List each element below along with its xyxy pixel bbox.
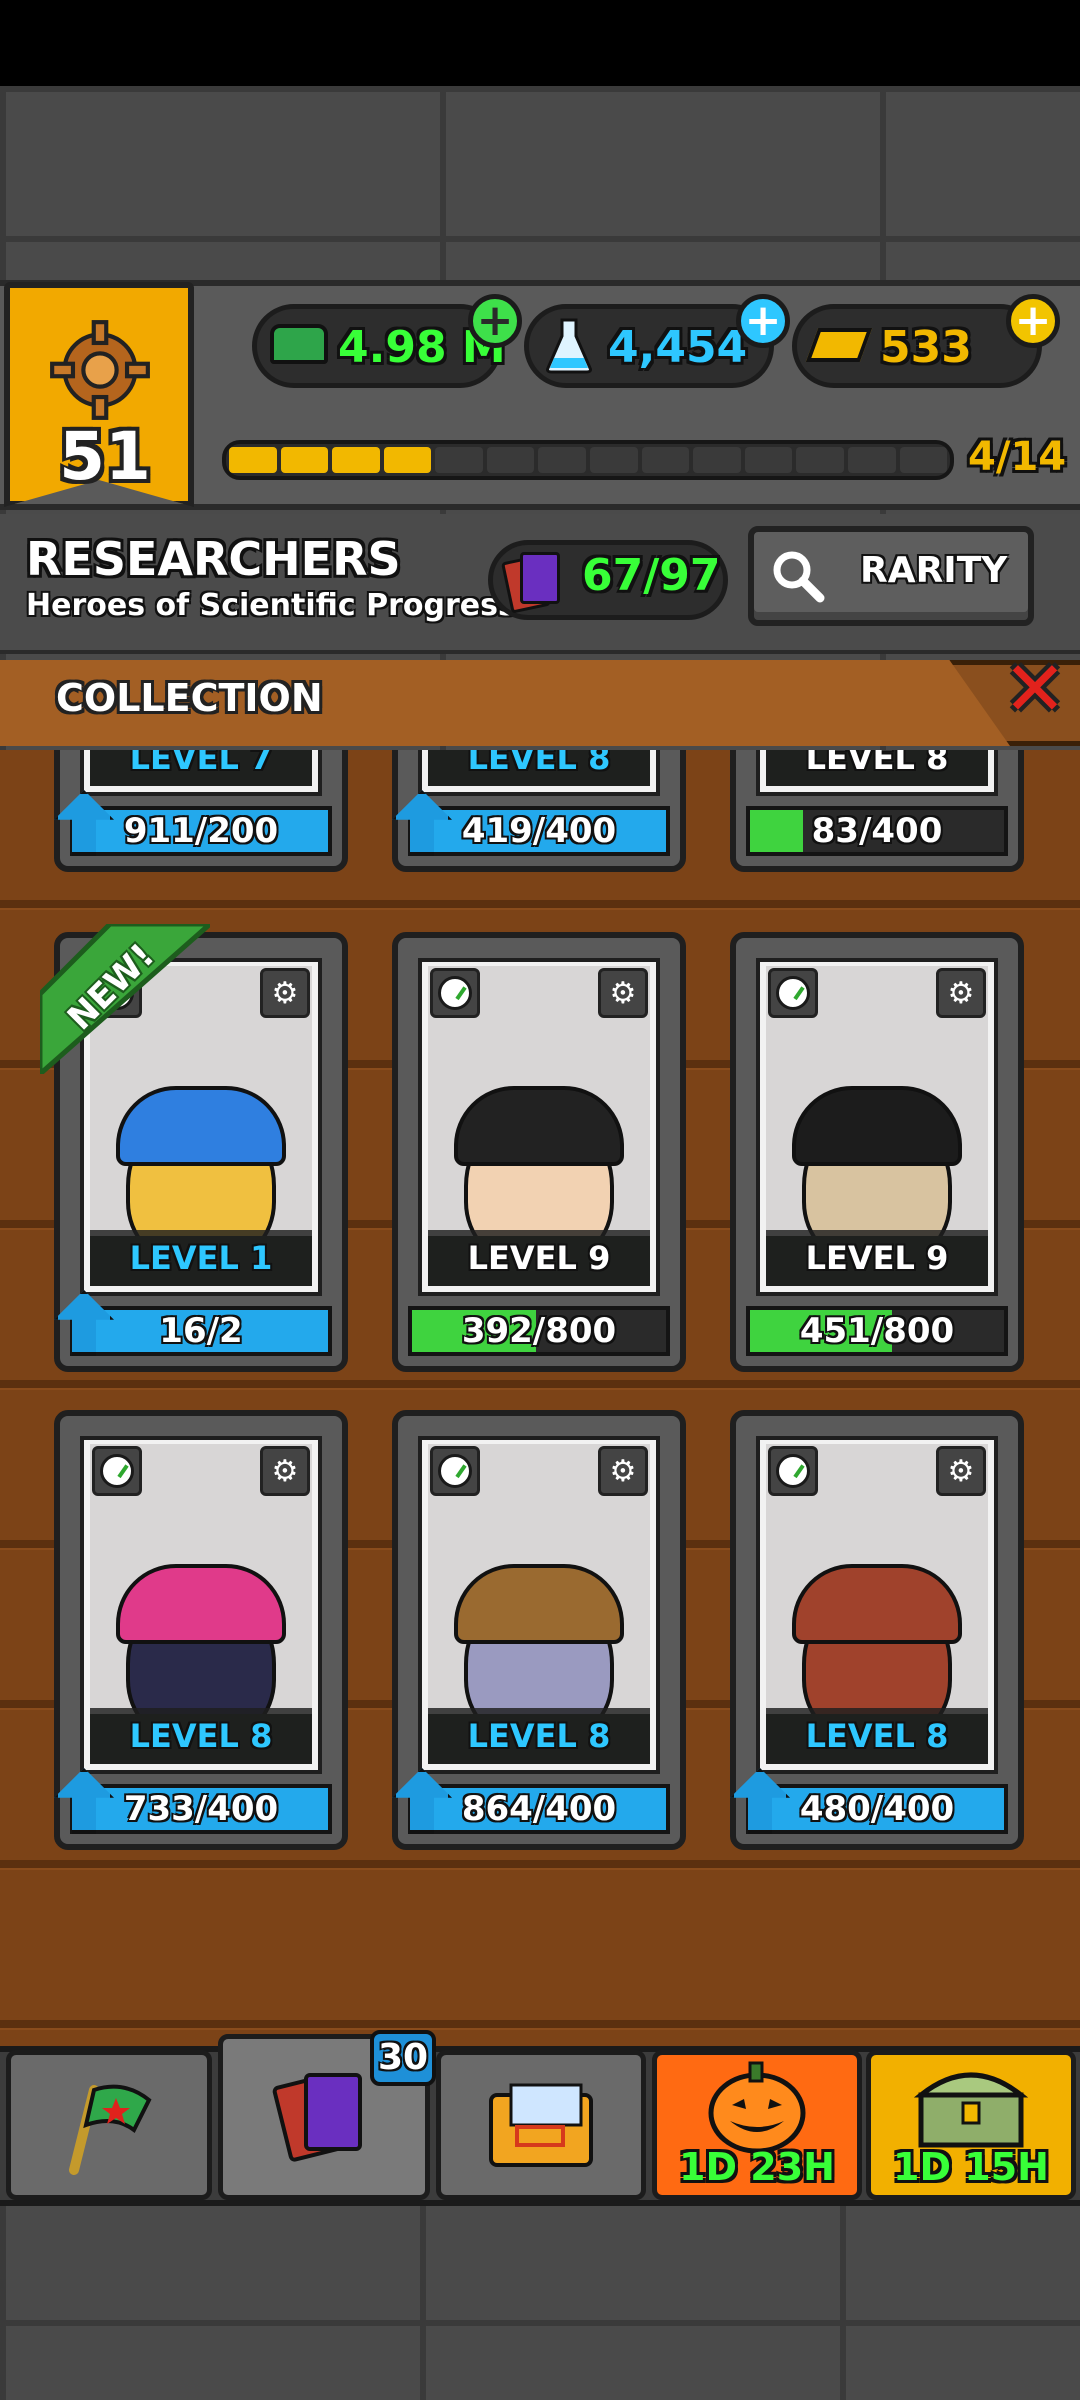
specialty-icon: ⚙ bbox=[936, 968, 986, 1018]
xp-segment bbox=[383, 447, 432, 473]
speed-gauge-icon bbox=[92, 1446, 142, 1496]
nav-documents-button[interactable] bbox=[436, 2050, 646, 2200]
search-icon bbox=[773, 551, 825, 603]
add-research-button[interactable]: + bbox=[736, 294, 790, 348]
card-progress-label: 392/800 bbox=[461, 1311, 617, 1351]
card-progress-bar: 83/400 bbox=[746, 806, 1008, 856]
cap-icon bbox=[270, 324, 328, 364]
researcher-card[interactable]: ⚙ LEVEL 8 733/400 bbox=[54, 1410, 348, 1850]
card-progress-label: 911/200 bbox=[123, 811, 279, 851]
researcher-card[interactable]: LEVEL 7 911/200 bbox=[54, 750, 348, 872]
card-progress-bar: 864/400 bbox=[408, 1784, 670, 1834]
card-progress-bar: 451/800 bbox=[746, 1306, 1008, 1356]
card-progress-label: 451/800 bbox=[799, 1311, 955, 1351]
researcher-card[interactable]: ⚙ LEVEL 8 864/400 bbox=[392, 1410, 686, 1850]
close-icon[interactable]: ✕ bbox=[1000, 651, 1070, 727]
cards-icon bbox=[501, 552, 566, 614]
nav-chest-event-button[interactable]: 1D 15H bbox=[866, 2050, 1076, 2200]
pumpkin-icon bbox=[708, 2061, 806, 2154]
specialty-icon: ⚙ bbox=[936, 1446, 986, 1496]
specialty-icon: ⚙ bbox=[260, 1446, 310, 1496]
researcher-card[interactable]: LEVEL 8 419/400 bbox=[392, 750, 686, 872]
card-level: LEVEL 8 bbox=[90, 1708, 312, 1764]
flask-icon bbox=[546, 318, 592, 374]
card-level: LEVEL 8 bbox=[766, 750, 988, 786]
researcher-card[interactable]: ⚙ LEVEL 9 392/800 bbox=[392, 932, 686, 1372]
xp-segment bbox=[899, 447, 948, 473]
xp-progress-bar bbox=[222, 440, 954, 480]
card-progress-label: 864/400 bbox=[461, 1789, 617, 1829]
researcher-card[interactable]: LEVEL 8 83/400 bbox=[730, 750, 1024, 872]
specialty-icon: ⚙ bbox=[598, 968, 648, 1018]
treasure-chest-icon bbox=[913, 2072, 1029, 2148]
xp-segment bbox=[332, 447, 380, 473]
card-progress-bar: 733/400 bbox=[70, 1784, 332, 1834]
add-gold-button[interactable]: + bbox=[1006, 294, 1060, 348]
nav-missions-button[interactable] bbox=[6, 2050, 212, 2200]
xp-segment bbox=[435, 447, 483, 473]
card-level: LEVEL 8 bbox=[428, 1708, 650, 1764]
card-progress-bar: 911/200 bbox=[70, 806, 332, 856]
card-progress-label: 83/400 bbox=[811, 811, 943, 851]
chest-event-timer: 1D 15H bbox=[893, 2145, 1049, 2189]
stone-background-bottom bbox=[0, 2200, 1080, 2400]
card-level: LEVEL 9 bbox=[766, 1230, 988, 1286]
researcher-card[interactable]: ⚙ LEVEL 8 480/400 bbox=[730, 1410, 1024, 1850]
xp-segment bbox=[796, 447, 844, 473]
card-progress-label: 16/2 bbox=[159, 1311, 243, 1351]
speed-gauge-icon bbox=[768, 968, 818, 1018]
xp-segment bbox=[280, 447, 329, 473]
card-progress-label: 733/400 bbox=[123, 1789, 279, 1829]
researcher-card[interactable]: ⚙ LEVEL 9 451/800 bbox=[730, 932, 1024, 1372]
player-level: 51 bbox=[59, 418, 151, 495]
xp-segment bbox=[538, 447, 587, 473]
speed-gauge-icon bbox=[768, 1446, 818, 1496]
gear-icon bbox=[50, 320, 150, 420]
specialty-icon: ⚙ bbox=[260, 968, 310, 1018]
card-progress-bar: 16/2 bbox=[70, 1306, 332, 1356]
card-progress-label: 480/400 bbox=[799, 1789, 955, 1829]
cards-notification-badge: 30 bbox=[370, 2030, 436, 2086]
research-value: 4,454 bbox=[608, 322, 748, 373]
card-level: LEVEL 9 bbox=[428, 1230, 650, 1286]
card-progress-bar: 419/400 bbox=[408, 806, 670, 856]
xp-segment bbox=[590, 447, 638, 473]
gold-value: 533 bbox=[880, 322, 972, 373]
card-progress-label: 419/400 bbox=[461, 811, 617, 851]
specialty-icon: ⚙ bbox=[598, 1446, 648, 1496]
nav-halloween-event-button[interactable]: 1D 23H bbox=[652, 2050, 862, 2200]
xp-segment bbox=[693, 447, 741, 473]
folder-icon bbox=[489, 2083, 593, 2167]
speed-gauge-icon bbox=[430, 1446, 480, 1496]
xp-segment bbox=[486, 447, 535, 473]
xp-segment bbox=[229, 447, 277, 473]
speed-gauge-icon bbox=[430, 968, 480, 1018]
card-level: LEVEL 8 bbox=[766, 1708, 988, 1764]
xp-segment bbox=[641, 447, 690, 473]
cards-nav-icon bbox=[271, 2067, 374, 2167]
xp-segment bbox=[744, 447, 793, 473]
card-level: LEVEL 8 bbox=[428, 750, 650, 786]
rarity-sort-label: RARITY bbox=[860, 550, 1008, 591]
card-progress-bar: 480/400 bbox=[746, 1784, 1008, 1834]
card-level: LEVEL 1 bbox=[90, 1230, 312, 1286]
xp-segment bbox=[847, 447, 896, 473]
add-cash-button[interactable]: + bbox=[468, 294, 522, 348]
xp-progress-label: 4/14 bbox=[968, 434, 1067, 480]
card-progress-bar: 392/800 bbox=[408, 1306, 670, 1356]
collection-label: COLLECTION bbox=[56, 676, 323, 720]
page-title: RESEARCHERS bbox=[26, 532, 401, 586]
page-subtitle: Heroes of Scientific Progress bbox=[26, 588, 516, 623]
cards-count: 67/97 bbox=[582, 550, 721, 601]
card-level: LEVEL 7 bbox=[90, 750, 312, 786]
halloween-event-timer: 1D 23H bbox=[679, 2145, 835, 2189]
flag-icon bbox=[69, 2084, 152, 2175]
status-bar bbox=[0, 0, 1080, 86]
